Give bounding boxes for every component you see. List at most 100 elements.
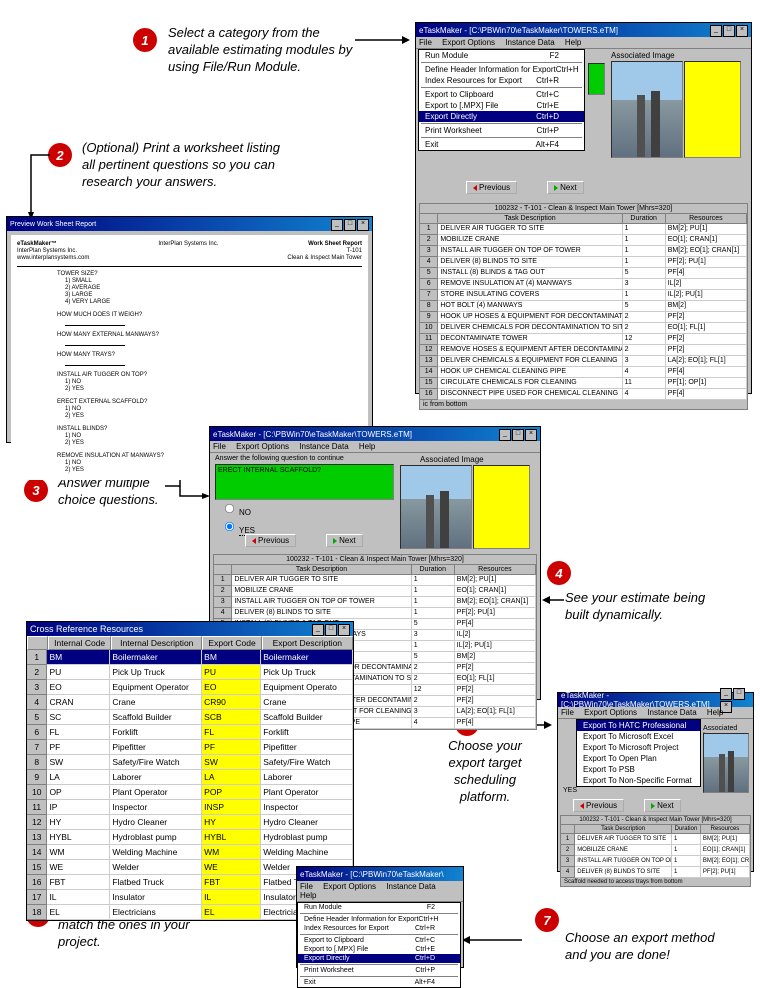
menu-help[interactable]: Help bbox=[300, 891, 316, 900]
table-row[interactable]: 13HYBLHydroblast pumpHYBLHydroblast pump bbox=[27, 830, 353, 845]
table-row[interactable]: 12REMOVE HOSES & EQUIPMENT AFTER DECONTA… bbox=[420, 345, 747, 356]
menu-help[interactable]: Help bbox=[707, 708, 723, 717]
table-row[interactable]: 3INSTALL AIR TUGGER ON TOP OF TOWER1BM[2… bbox=[420, 246, 747, 257]
menu-instance[interactable]: Instance Data bbox=[386, 882, 435, 891]
table-row[interactable]: 3INSTALL AIR TUGGER ON TOP OF TOWER1BM[2… bbox=[561, 856, 750, 867]
next-button[interactable]: Next bbox=[326, 534, 362, 547]
table-row[interactable]: 8HOT BOLT (4) MANWAYS5BM[2] bbox=[420, 301, 747, 312]
table-row[interactable]: 4DELIVER (8) BLINDS TO SITE1PF[2]; PU[1] bbox=[561, 867, 750, 878]
table-row[interactable]: 2MOBILIZE CRANE1EO[1]; CRAN[1] bbox=[214, 586, 536, 597]
menu-export-directly[interactable]: Export DirectlyCtrl+D bbox=[298, 954, 460, 963]
task-grid[interactable]: 100232 - T-101 - Clean & Inspect Main To… bbox=[419, 203, 748, 410]
table-row[interactable]: 7STORE INSULATING COVERS1IL[2]; PU[1] bbox=[420, 290, 747, 301]
export-project[interactable]: Export To Microsoft Project bbox=[577, 742, 700, 753]
menu-run-module[interactable]: Run ModuleF2 bbox=[298, 903, 460, 912]
table-row[interactable]: 8SWSafety/Fire WatchSWSafety/Fire Watch bbox=[27, 755, 353, 770]
table-row[interactable]: 15CIRCULATE CHEMICALS FOR CLEANING11PF[1… bbox=[420, 378, 747, 389]
option-no[interactable]: NO bbox=[218, 508, 251, 517]
menu-instance[interactable]: Instance Data bbox=[299, 442, 348, 451]
menu-export-clipboard[interactable]: Export to ClipboardCtrl+C bbox=[298, 936, 460, 945]
menu-help[interactable]: Help bbox=[359, 442, 375, 451]
table-row[interactable]: 13DELIVER CHEMICALS & EQUIPMENT FOR CLEA… bbox=[420, 356, 747, 367]
table-row[interactable]: 1BMBoilermakerBMBoilermaker bbox=[27, 650, 353, 665]
table-row[interactable]: 9LALaborerLALaborer bbox=[27, 770, 353, 785]
table-row[interactable]: 11DECONTAMINATE TOWER12PF[2] bbox=[420, 334, 747, 345]
export-openplan[interactable]: Export To Open Plan bbox=[577, 753, 700, 764]
table-row[interactable]: 4CRANCraneCR90Crane bbox=[27, 695, 353, 710]
table-row[interactable]: 16DISCONNECT PIPE USED FOR CHEMICAL CLEA… bbox=[420, 389, 747, 400]
min-icon[interactable]: _ bbox=[312, 624, 324, 636]
export-hatc[interactable]: Export To HATC Professional bbox=[577, 720, 700, 731]
export-excel[interactable]: Export To Microsoft Excel bbox=[577, 731, 700, 742]
task-grid[interactable]: 100232 - T-101 - Clean & Inspect Main To… bbox=[560, 815, 751, 887]
table-row[interactable]: 1DELIVER AIR TUGGER TO SITE1BM[2]; PU[1] bbox=[214, 575, 536, 586]
menu-file[interactable]: File bbox=[419, 38, 432, 47]
previous-button[interactable]: Previous bbox=[573, 799, 624, 812]
table-row[interactable]: 2MOBILIZE CRANE1EO[1]; CRAN[1] bbox=[420, 235, 747, 246]
menu-define-header[interactable]: Define Header Information for ExportCtrl… bbox=[298, 915, 460, 924]
table-row[interactable]: 6REMOVE INSULATION AT (4) MANWAYS3IL[2] bbox=[420, 279, 747, 290]
radio-yes[interactable] bbox=[225, 522, 234, 531]
table-row[interactable]: 3INSTALL AIR TUGGER ON TOP OF TOWER1BM[2… bbox=[214, 597, 536, 608]
table-row[interactable]: 10OPPlant OperatorPOPPlant Operator bbox=[27, 785, 353, 800]
previous-button[interactable]: Previous bbox=[245, 534, 296, 547]
menu-file[interactable]: File bbox=[561, 708, 574, 717]
table-row[interactable]: 4DELIVER (8) BLINDS TO SITE1PF[2]; PU[1] bbox=[420, 257, 747, 268]
table-row[interactable]: 9HOOK UP HOSES & EQUIPMENT FOR DECONTAMI… bbox=[420, 312, 747, 323]
arrow-left-icon bbox=[473, 185, 477, 191]
table-row[interactable]: 14HOOK UP CHEMICAL CLEANING PIPE4PF[4] bbox=[420, 367, 747, 378]
table-row[interactable]: 11IPInspectorINSPInspector bbox=[27, 800, 353, 815]
table-row[interactable]: 10DELIVER CHEMICALS FOR DECONTAMINATION … bbox=[420, 323, 747, 334]
close-icon[interactable]: × bbox=[736, 25, 748, 37]
min-icon[interactable]: _ bbox=[499, 429, 511, 441]
menu-export-mpx[interactable]: Export to [.MPX] FileCtrl+E bbox=[298, 945, 460, 954]
menu-export[interactable]: Export Options bbox=[236, 442, 289, 451]
close-icon[interactable]: × bbox=[525, 429, 537, 441]
menu-instance[interactable]: Instance Data bbox=[505, 38, 554, 47]
min-icon[interactable]: _ bbox=[331, 219, 343, 231]
table-row[interactable]: 5SCScaffold BuilderSCBScaffold Builder bbox=[27, 710, 353, 725]
menu-index-resources[interactable]: Index Resources for ExportCtrl+R bbox=[298, 924, 460, 933]
radio-no[interactable] bbox=[225, 504, 234, 513]
menu-file[interactable]: File bbox=[300, 882, 313, 891]
menu-define-header[interactable]: Define Header Information for ExportCtrl… bbox=[419, 64, 584, 75]
table-row[interactable]: 12HYHydro CleanerHYHydro Cleaner bbox=[27, 815, 353, 830]
max-icon[interactable]: □ bbox=[344, 219, 356, 231]
table-row[interactable]: 1DELIVER AIR TUGGER TO SITE1BM[2]; PU[1] bbox=[561, 834, 750, 845]
menu-export-directly[interactable]: Export DirectlyCtrl+D bbox=[419, 111, 584, 122]
table-row[interactable]: 2PUPick Up TruckPUPick Up Truck bbox=[27, 665, 353, 680]
next-button[interactable]: Next bbox=[547, 181, 583, 194]
table-row[interactable]: 6FLForkliftFLForklift bbox=[27, 725, 353, 740]
table-row[interactable]: 2MOBILIZE CRANE1EO[1]; CRAN[1] bbox=[561, 845, 750, 856]
export-psb[interactable]: Export To PSB bbox=[577, 764, 700, 775]
menu-run-module[interactable]: Run ModuleF2 bbox=[419, 50, 584, 61]
max-icon[interactable]: □ bbox=[723, 25, 735, 37]
max-icon[interactable]: □ bbox=[512, 429, 524, 441]
menu-export[interactable]: Export Options bbox=[323, 882, 376, 891]
table-row[interactable]: 1DELIVER AIR TUGGER TO SITE1BM[2]; PU[1] bbox=[420, 224, 747, 235]
export-nonspecific[interactable]: Export To Non-Specific Format bbox=[577, 775, 700, 786]
menu-file[interactable]: File bbox=[213, 442, 226, 451]
menu-export[interactable]: Export Options bbox=[442, 38, 495, 47]
menu-help[interactable]: Help bbox=[565, 38, 581, 47]
menu-export[interactable]: Export Options bbox=[584, 708, 637, 717]
next-button[interactable]: Next bbox=[644, 799, 680, 812]
menu-print-worksheet[interactable]: Print WorksheetCtrl+P bbox=[298, 966, 460, 975]
menu-instance[interactable]: Instance Data bbox=[647, 708, 696, 717]
previous-button[interactable]: Previous bbox=[466, 181, 517, 194]
close-icon[interactable]: × bbox=[338, 624, 350, 636]
max-icon[interactable]: □ bbox=[325, 624, 337, 636]
menu-exit[interactable]: ExitAlt+F4 bbox=[419, 139, 584, 150]
table-row[interactable]: 3EOEquipment OperatorEOEquipment Operato bbox=[27, 680, 353, 695]
menu-export-clipboard[interactable]: Export to ClipboardCtrl+C bbox=[419, 89, 584, 100]
menu-index-resources[interactable]: Index Resources for ExportCtrl+R bbox=[419, 75, 584, 86]
min-icon[interactable]: _ bbox=[710, 25, 722, 37]
menu-exit[interactable]: ExitAlt+F4 bbox=[298, 978, 460, 987]
table-row[interactable]: 14WMWelding MachineWMWelding Machine bbox=[27, 845, 353, 860]
menu-export-mpx[interactable]: Export to [.MPX] FileCtrl+E bbox=[419, 100, 584, 111]
close-icon[interactable]: × bbox=[357, 219, 369, 231]
menu-print-worksheet[interactable]: Print WorksheetCtrl+P bbox=[419, 125, 584, 136]
table-row[interactable]: 4DELIVER (8) BLINDS TO SITE1PF[2]; PU[1] bbox=[214, 608, 536, 619]
table-row[interactable]: 5INSTALL (8) BLINDS & TAG OUT5PF[4] bbox=[420, 268, 747, 279]
table-row[interactable]: 7PFPipefitterPFPipefitter bbox=[27, 740, 353, 755]
